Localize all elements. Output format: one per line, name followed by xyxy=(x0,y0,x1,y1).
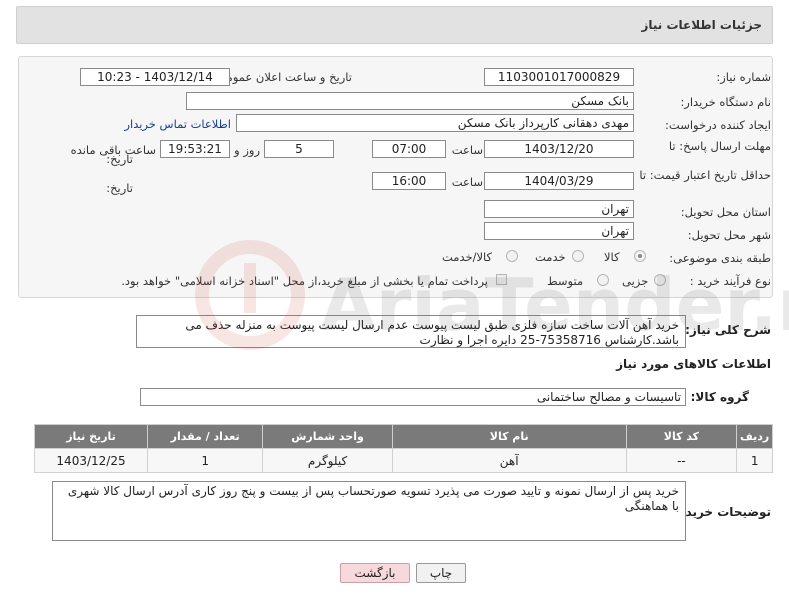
category-both-label: کالا/خدمت xyxy=(442,250,493,264)
treasury-payment-note: پرداخت تمام یا بخشی از مبلغ خرید،از محل … xyxy=(121,274,488,288)
col-code: کد کالا xyxy=(625,424,738,449)
buyer-notes-textarea[interactable]: خرید پس از ارسال نمونه و تایید صورت می پ… xyxy=(52,481,686,541)
description-label: شرح کلی نیاز: xyxy=(685,323,771,337)
goods-group-label: گروه کالا: xyxy=(690,390,749,404)
deadline-date-field: 1403/12/20 xyxy=(484,140,634,158)
need-number-label: شماره نیاز: xyxy=(716,70,771,84)
treasury-payment-checkbox[interactable] xyxy=(496,274,507,285)
province-label: استان محل تحویل: xyxy=(680,205,771,219)
table-row: 1 -- آهن کیلوگرم 1 1403/12/25 xyxy=(33,448,773,473)
col-date: تاریخ نیاز xyxy=(33,424,149,449)
announce-field: 1403/12/14 - 10:23 xyxy=(80,68,230,86)
goods-table-header: ردیف کد کالا نام کالا واحد شمارش تعداد /… xyxy=(33,424,773,449)
validity-label-date: تاریخ: xyxy=(106,181,133,195)
cell-code: -- xyxy=(625,448,738,473)
print-button[interactable]: چاپ xyxy=(416,563,466,583)
creator-field: مهدی دهقانی کارپرداز بانک مسکن xyxy=(236,114,634,132)
col-row: ردیف xyxy=(736,424,773,449)
remaining-label: ساعت باقی مانده xyxy=(70,143,156,157)
city-label: شهر محل تحویل: xyxy=(687,228,771,242)
category-service-radio[interactable] xyxy=(572,250,584,262)
category-service-label: خدمت xyxy=(535,250,566,264)
validity-time-label: ساعت xyxy=(451,175,483,189)
cell-unit: کیلوگرم xyxy=(262,448,393,473)
buyer-org-label: نام دستگاه خریدار: xyxy=(680,95,771,109)
cell-date: 1403/12/25 xyxy=(33,448,149,473)
category-label: طبقه بندی موضوعی: xyxy=(669,251,771,265)
days-field: 5 xyxy=(264,140,334,158)
process-medium-radio[interactable] xyxy=(597,274,609,286)
back-button[interactable]: بازگشت xyxy=(340,563,410,583)
category-goods-label: کالا xyxy=(604,250,620,264)
goods-table: ردیف کد کالا نام کالا واحد شمارش تعداد /… xyxy=(33,424,773,473)
page-title: جزئیات اطلاعات نیاز xyxy=(641,18,762,32)
col-qty: تعداد / مقدار xyxy=(147,424,264,449)
page-header: جزئیات اطلاعات نیاز xyxy=(16,6,773,44)
category-both-radio[interactable] xyxy=(506,250,518,262)
process-label: نوع فرآیند خرید : xyxy=(689,274,771,288)
remaining-time-field: 19:53:21 xyxy=(160,140,230,158)
process-medium-label: متوسط xyxy=(547,274,584,288)
validity-label: حداقل تاریخ اعتبار قیمت: تا xyxy=(639,168,771,182)
process-minor-radio[interactable] xyxy=(654,274,666,286)
days-label: روز و xyxy=(234,143,260,157)
province-field: تهران xyxy=(484,200,634,218)
cell-qty: 1 xyxy=(147,448,264,473)
goods-group-field: تاسیسات و مصالح ساختمانی xyxy=(140,388,686,406)
description-textarea[interactable]: خرید آهن آلات ساخت سازه فلزی طبق لیست پی… xyxy=(136,315,686,348)
announce-label: تاریخ و ساعت اعلان عمومی: xyxy=(213,70,352,84)
validity-time-field: 16:00 xyxy=(372,172,446,190)
buyer-org-field: بانک مسکن xyxy=(186,92,634,110)
deadline-time-label: ساعت xyxy=(451,143,483,157)
cell-name: آهن xyxy=(391,448,627,473)
goods-section-title: اطلاعات کالاهای مورد نیاز xyxy=(616,357,771,371)
city-field: تهران xyxy=(484,222,634,240)
category-goods-radio[interactable] xyxy=(634,250,646,262)
process-minor-label: جزیی xyxy=(622,274,649,288)
cell-row: 1 xyxy=(736,448,773,473)
need-number-field: 1103001017000829 xyxy=(484,68,634,86)
creator-label: ایجاد کننده درخواست: xyxy=(665,118,771,132)
validity-date-field: 1404/03/29 xyxy=(484,172,634,190)
col-name: نام کالا xyxy=(391,424,627,449)
col-unit: واحد شمارش xyxy=(262,424,393,449)
deadline-time-field: 07:00 xyxy=(372,140,446,158)
buyer-contact-link[interactable]: اطلاعات تماس خریدار xyxy=(124,117,231,131)
deadline-label: مهلت ارسال پاسخ: تا xyxy=(668,139,771,153)
